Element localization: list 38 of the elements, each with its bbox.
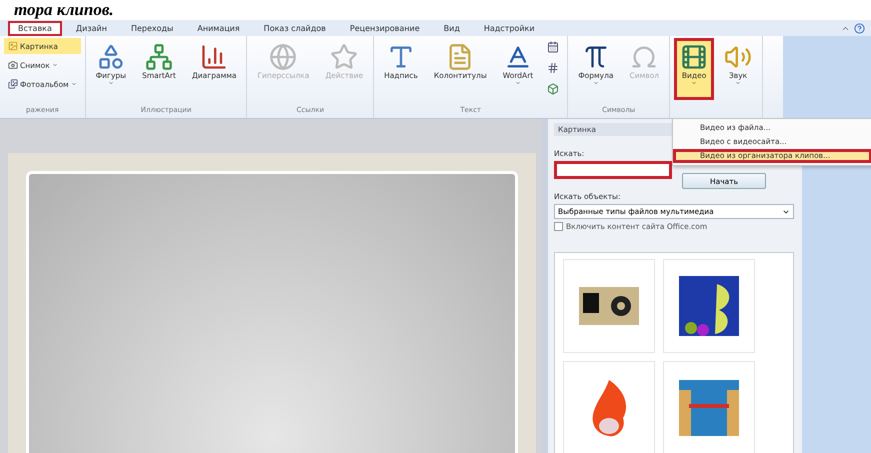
- caret-icon: [52, 62, 58, 68]
- caret-icon: [515, 80, 521, 86]
- search-field[interactable]: [554, 161, 672, 179]
- caption-text: тора клипов.: [13, 0, 115, 20]
- clip-thumbnail[interactable]: [663, 361, 755, 453]
- clip-thumbnail[interactable]: [563, 259, 655, 353]
- ribbon-tab[interactable]: Анимация: [187, 20, 250, 36]
- ribbon-tab[interactable]: Показ слайдов: [254, 20, 336, 36]
- clip-thumbnail[interactable]: [663, 259, 755, 353]
- clipart-drawing: [679, 276, 739, 336]
- cube-icon: [547, 83, 560, 95]
- ribbon-tab[interactable]: Вид: [434, 20, 470, 36]
- hash-icon: [547, 62, 560, 74]
- clipart-drawing: [579, 287, 639, 325]
- caret-icon: [735, 80, 742, 86]
- diagram-icon: [145, 43, 174, 71]
- help-icon[interactable]: [854, 22, 865, 34]
- ribbon-tab[interactable]: Вставка: [8, 20, 62, 36]
- caret-icon: [108, 80, 114, 86]
- shapes-icon: [96, 43, 125, 71]
- film-icon: [680, 43, 708, 71]
- photo-album-icon: [8, 79, 18, 89]
- caret-icon: [592, 80, 599, 86]
- ribbon-tab[interactable]: Переходы: [120, 20, 184, 36]
- ribbon-tab[interactable]: Дизайн: [66, 20, 117, 36]
- caret-icon: [70, 81, 77, 87]
- ribbon-tab[interactable]: Рецензирование: [340, 20, 430, 36]
- picture-icon: [8, 41, 18, 51]
- clipart-drawing: [679, 380, 739, 436]
- checkbox[interactable]: [554, 222, 563, 231]
- ribbon-tab[interactable]: Надстройки: [474, 20, 545, 36]
- globe-icon: [269, 43, 298, 71]
- clip-thumbnail[interactable]: [563, 361, 655, 453]
- calendar-icon: [547, 41, 560, 53]
- camera-icon: [8, 60, 18, 70]
- bar-chart-icon: [200, 43, 228, 71]
- star-icon: [330, 43, 358, 71]
- caret-icon: [691, 80, 698, 86]
